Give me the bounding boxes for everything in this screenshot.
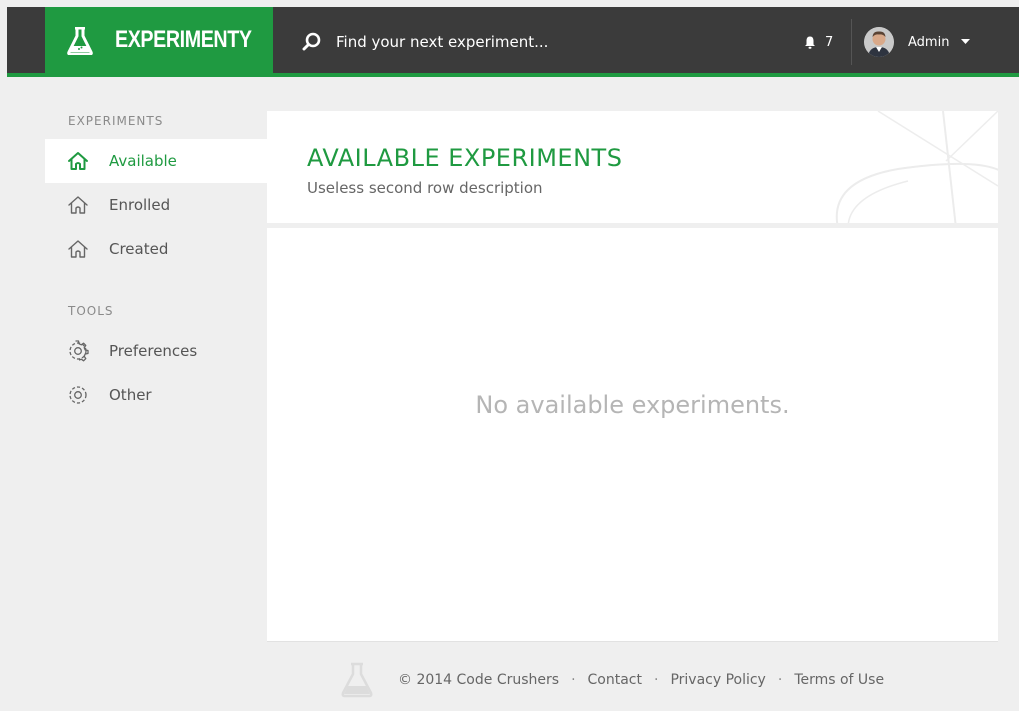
- sidebar-item-available[interactable]: Available: [45, 139, 267, 183]
- sidebar-item-other[interactable]: Other: [45, 373, 267, 417]
- home-icon: [68, 152, 88, 170]
- top-navbar: EXPERIMENTY 7 Admin: [7, 7, 1019, 77]
- sidebar-item-preferences[interactable]: Preferences: [45, 329, 267, 373]
- flask-logo-icon: [67, 27, 93, 55]
- gear-icon: [69, 386, 87, 404]
- caret-down-icon: [961, 39, 971, 44]
- search-bar: [302, 27, 702, 57]
- home-icon: [68, 196, 88, 214]
- search-icon[interactable]: [302, 32, 322, 52]
- footer-separator: ·: [777, 672, 783, 688]
- notifications-button[interactable]: 7: [804, 29, 833, 55]
- sidebar-item-enrolled[interactable]: Enrolled: [45, 183, 267, 227]
- bell-icon: [805, 36, 815, 49]
- navbar-divider: [851, 19, 852, 65]
- sidebar-section-tools: TOOLS: [68, 304, 114, 318]
- gear-icon: [69, 340, 89, 362]
- footer-link-privacy-policy[interactable]: Privacy Policy: [670, 672, 765, 688]
- main-content-card: AVAILABLE EXPERIMENTS Useless second row…: [267, 111, 998, 642]
- brand-logo-link[interactable]: EXPERIMENTY: [45, 7, 273, 77]
- sidebar: EXPERIMENTS Available Enrolled Created T…: [45, 111, 267, 417]
- user-name: Admin: [908, 34, 950, 50]
- sidebar-item-label: Preferences: [109, 342, 198, 360]
- flask-logo-icon: [341, 662, 373, 698]
- card-header: AVAILABLE EXPERIMENTS Useless second row…: [267, 111, 998, 228]
- footer-link-terms-of-use[interactable]: Terms of Use: [794, 672, 884, 688]
- footer-link-contact[interactable]: Contact: [588, 672, 642, 688]
- notification-count: 7: [825, 34, 834, 50]
- user-menu[interactable]: Admin: [864, 26, 971, 58]
- empty-state-message: No available experiments.: [475, 391, 790, 419]
- sidebar-section-experiments: EXPERIMENTS: [68, 114, 164, 128]
- search-input[interactable]: [336, 33, 696, 51]
- brand-name: EXPERIMENTY: [115, 26, 252, 53]
- footer: © 2014 Code Crushers · Contact · Privacy…: [340, 662, 884, 698]
- footer-separator: ·: [571, 672, 576, 688]
- sidebar-item-label: Created: [109, 240, 169, 258]
- sidebar-item-label: Enrolled: [109, 196, 171, 214]
- sidebar-item-created[interactable]: Created: [45, 227, 267, 271]
- sidebar-item-label: Other: [109, 386, 152, 404]
- page-subtitle: Useless second row description: [307, 179, 543, 197]
- decorative-atom-lines: [835, 111, 998, 223]
- footer-copyright: © 2014 Code Crushers: [398, 672, 560, 688]
- avatar: [864, 27, 894, 57]
- page-title: AVAILABLE EXPERIMENTS: [307, 144, 623, 172]
- home-icon: [68, 240, 88, 258]
- sidebar-item-label: Available: [109, 152, 177, 170]
- footer-separator: ·: [653, 672, 659, 688]
